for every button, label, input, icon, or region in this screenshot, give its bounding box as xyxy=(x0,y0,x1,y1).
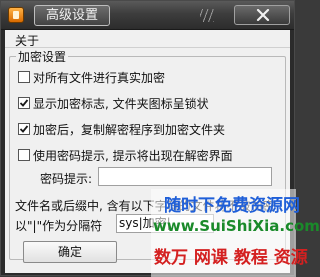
title-bar[interactable]: 高级设置 xyxy=(1,1,294,30)
password-hint-input[interactable] xyxy=(98,167,272,186)
watermark-line-1: 随时下免费资源网 xyxy=(164,196,300,216)
option-label: 对所有文件进行真实加密 xyxy=(33,71,166,85)
watermark-overlay: 随时下免费资源网 www.SuiShiXia.com 数万 网课 教程 资源 xyxy=(151,189,320,277)
drag-grip-icon[interactable] xyxy=(200,9,214,22)
ok-button[interactable]: 确定 xyxy=(23,241,117,263)
watermark-line-2: www.SuiShiXia.com xyxy=(153,217,320,235)
option-label: 加密后，复制解密程序到加密文件夹 xyxy=(33,123,226,137)
option-label: 显示加密标志, 文件夹图标呈锁状 xyxy=(33,97,209,111)
group-title: 加密设置 xyxy=(16,48,69,65)
window-title: 高级设置 xyxy=(34,5,110,26)
option-label: 使用密码提示, 提示将出现在解密界面 xyxy=(33,149,233,163)
password-hint-label: 密码提示: xyxy=(40,172,93,186)
close-button[interactable] xyxy=(234,5,290,25)
checkbox[interactable] xyxy=(18,71,30,83)
checkbox[interactable] xyxy=(18,97,30,109)
close-icon xyxy=(256,9,270,21)
checkbox[interactable] xyxy=(18,149,30,161)
checkmark-icon xyxy=(19,99,29,107)
app-icon xyxy=(8,7,24,23)
separator-description: 以"|"作为分隔符 xyxy=(15,219,103,233)
checkmark-icon xyxy=(19,125,29,133)
watermark-line-3: 数万 网课 教程 资源 xyxy=(154,248,308,268)
checkbox[interactable] xyxy=(18,123,30,135)
advanced-settings-window: 高级设置 关于 加密设置 对所有文件进行真实加密 显示加密标志, 文件夹图标呈锁… xyxy=(0,0,320,277)
